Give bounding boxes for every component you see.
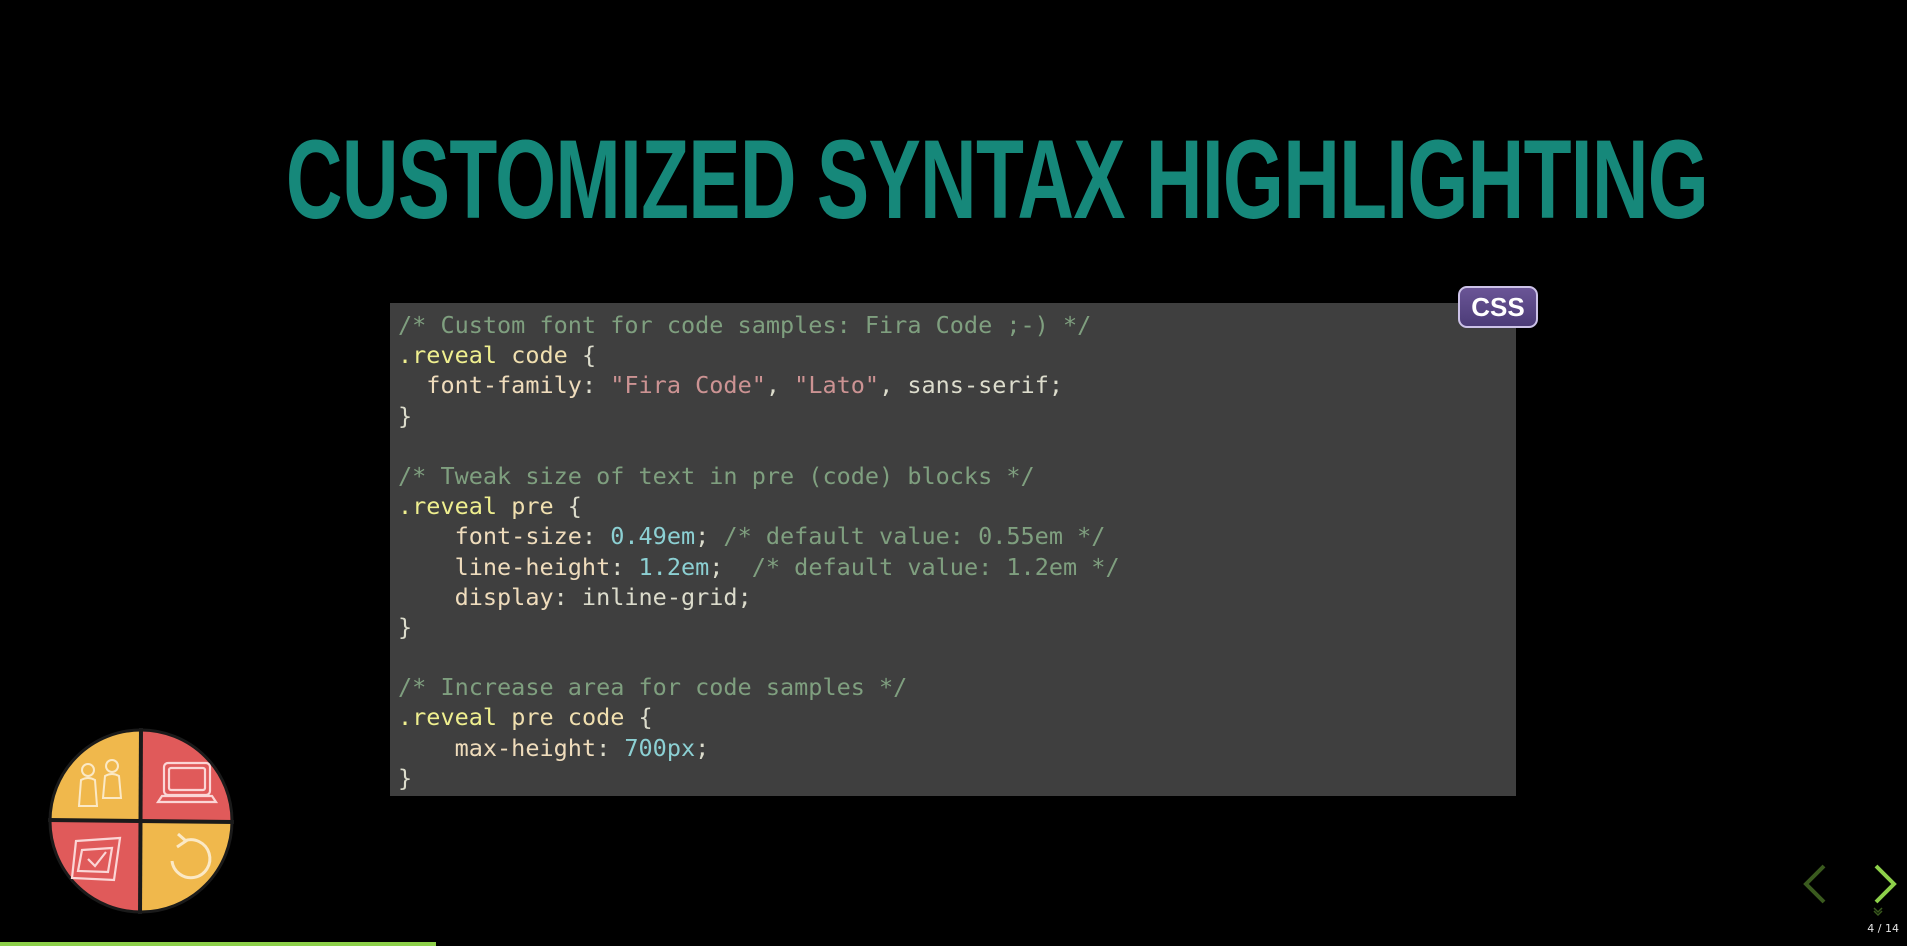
code-token-selector: .reveal [398,703,498,732]
code-line: .reveal pre code { [398,702,1508,732]
chevron-right-icon[interactable] [1870,862,1900,906]
code-token-plain: : [610,552,639,581]
code-line: font-size: 0.49em; /* default value: 0.5… [398,521,1508,551]
code-line: line-height: 1.2em; /* default value: 1.… [398,552,1508,582]
code-line: font-family: "Fira Code", "Lato", sans-s… [398,370,1508,400]
code-token-selector: .reveal [398,492,498,521]
code-token-property: line-height [454,552,611,581]
code-token-property: font-family [426,371,582,400]
code-token-plain: , [765,371,795,400]
code-token-plain: : inline-grid; [553,582,752,611]
code-token-comment: /* Increase area for code samples */ [398,673,908,702]
logo [48,728,234,914]
code-language-badge: CSS [1458,286,1538,328]
code-token-number: 700px [624,733,696,762]
code-token-ident: pre code [511,703,625,732]
code-token-plain: { [553,492,582,521]
code-line: .reveal pre { [398,491,1508,521]
code-token-plain: : [581,522,611,551]
progress-fill [0,942,436,946]
code-line: } [398,763,1508,793]
code-token-plain: } [398,401,413,430]
code-token-property: font-size [454,522,582,551]
code-token-property: max-height [454,733,597,762]
code-line: max-height: 700px; [398,733,1508,763]
code-token-ident: code [511,341,568,370]
code-token-plain: : [596,733,625,762]
code-token-number: 0.49em [610,522,696,551]
chevron-left-icon[interactable] [1800,862,1830,906]
chevron-down-icon[interactable] [1872,905,1884,917]
slide: CUSTOMIZED SYNTAX HIGHLIGHTING /* Custom… [0,0,1907,946]
code-token-property: display [454,582,554,611]
slide-title: CUSTOMIZED SYNTAX HIGHLIGHTING [285,117,1709,242]
code-token-plain: { [567,341,597,370]
code-line: /* Increase area for code samples */ [398,672,1508,702]
code-line: .reveal code { [398,340,1508,370]
code-token-plain: ; [695,522,724,551]
code-line: /* Custom font for code samples: Fira Co… [398,310,1508,340]
code-token-selector: .reveal [398,341,498,370]
code-block[interactable]: /* Custom font for code samples: Fira Co… [390,303,1516,796]
code-token-string: "Fira Code" [610,371,766,400]
code-token-number: 1.2em [638,552,710,581]
code-line: display: inline-grid; [398,582,1508,612]
progress-bar[interactable] [0,942,1907,946]
code-token-comment: /* default value: 0.55em */ [723,522,1106,551]
code-token-plain: } [398,763,413,792]
code-token-ident: pre [511,492,554,521]
code-line: } [398,612,1508,642]
code-token-plain: } [398,612,413,641]
code-line: /* Tweak size of text in pre (code) bloc… [398,461,1508,491]
code-token-comment: /* Tweak size of text in pre (code) bloc… [398,461,1035,490]
code-token-comment: /* Custom font for code samples: Fira Co… [398,311,1092,339]
code-line: } [398,401,1508,431]
code-token-plain: : [581,371,611,400]
code-token-plain: ; [709,552,752,581]
code-token-plain: , sans-serif; [879,371,1063,400]
code-token-plain: { [624,703,653,732]
code-token-comment: /* default value: 1.2em */ [751,552,1120,581]
slide-number: 4 / 14 [1867,922,1899,935]
code-token-plain: ; [695,733,710,762]
code-token-string: "Lato" [794,371,880,400]
